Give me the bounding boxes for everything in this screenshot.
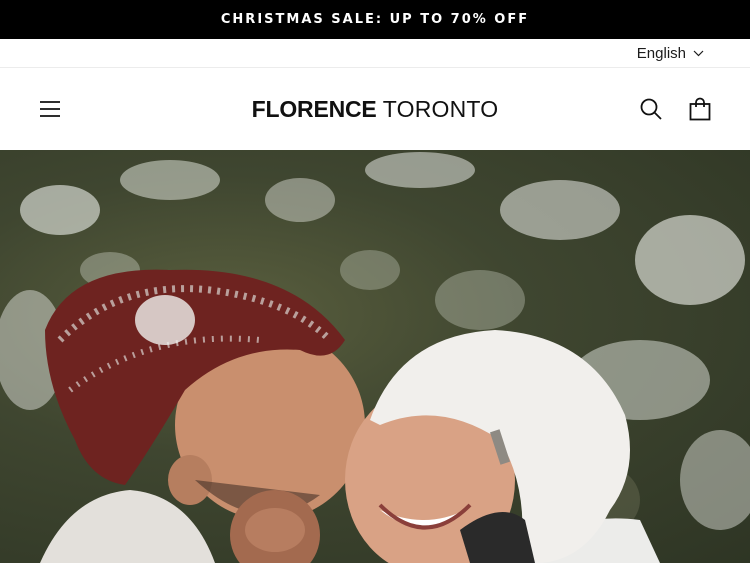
language-label: English (636, 45, 686, 62)
brand-name-bold: FLORENCE (251, 96, 377, 122)
brand-logo[interactable]: FLORENCE TORONTO (0, 95, 750, 123)
cart-button[interactable] (688, 97, 712, 121)
search-button[interactable] (639, 97, 663, 121)
announcement-text: CHRISTMAS SALE: UP TO 70% OFF (220, 12, 530, 27)
brand-name-light: TORONTO (382, 96, 499, 122)
chevron-down-icon (693, 50, 704, 57)
utility-bar: English (0, 39, 750, 68)
language-selector[interactable]: English (637, 39, 704, 68)
hero-photo (0, 152, 750, 563)
site-header: FLORENCE TORONTO (0, 68, 750, 150)
shopping-bag-icon (689, 97, 711, 121)
search-icon (640, 98, 662, 120)
announcement-bar: CHRISTMAS SALE: UP TO 70% OFF (0, 0, 750, 39)
hero-image[interactable] (0, 150, 750, 563)
